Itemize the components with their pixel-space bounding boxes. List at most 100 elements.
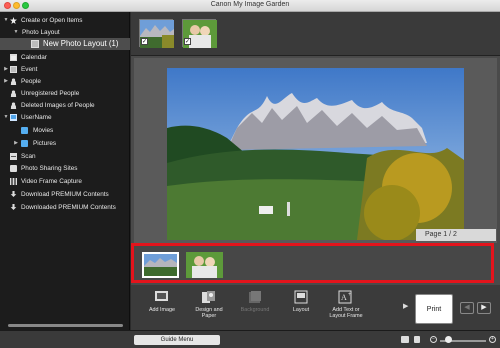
sidebar-item-video-frame-capture[interactable]: Video Frame Capture bbox=[0, 176, 130, 187]
event-icon bbox=[10, 66, 17, 73]
disclosure-open-icon[interactable]: ▼ bbox=[3, 15, 9, 26]
layout-icon bbox=[31, 40, 39, 48]
previous-page-button[interactable]: ◀ bbox=[460, 302, 474, 314]
sidebar-item-label: Unregistered People bbox=[21, 90, 80, 97]
page-thumbnail-2[interactable] bbox=[186, 252, 223, 278]
sidebar: ▼ Create or Open Items ▼ Photo Layout Ne… bbox=[0, 12, 130, 330]
folder-icon bbox=[21, 140, 28, 147]
background-icon bbox=[247, 290, 263, 304]
sidebar-item-deleted-images-of-people[interactable]: Deleted Images of People bbox=[0, 100, 130, 111]
person-icon bbox=[10, 78, 17, 85]
add-image-label: Add Image bbox=[148, 307, 176, 313]
sidebar-item-label: Video Frame Capture bbox=[21, 178, 82, 185]
disclosure-closed-icon[interactable]: ▶ bbox=[3, 76, 9, 87]
image-strip: ✓ ✓ bbox=[131, 12, 500, 56]
sidebar-item-label: People bbox=[21, 78, 41, 85]
sidebar-item-photo-layout[interactable]: ▼ Photo Layout bbox=[0, 27, 130, 38]
design-paper-icon bbox=[201, 290, 217, 304]
add-text-label: Add Text or Layout Frame bbox=[329, 307, 363, 319]
sidebar-item-label: Movies bbox=[33, 127, 54, 134]
sidebar-item-label: Downloaded PREMIUM Contents bbox=[21, 204, 116, 211]
layout-button[interactable]: Layout bbox=[280, 290, 322, 313]
sidebar-item-create-or-open-items[interactable]: ▼ Create or Open Items bbox=[0, 15, 130, 26]
sidebar-item-label: UserName bbox=[21, 114, 52, 121]
film-icon bbox=[10, 178, 17, 185]
sidebar-item-event[interactable]: ▶ Event bbox=[0, 64, 130, 75]
zoom-in-icon[interactable]: + bbox=[489, 336, 496, 343]
sidebar-item-label: Photo Layout bbox=[22, 29, 60, 36]
sidebar-item-download-premium-contents[interactable]: Download PREMIUM Contents bbox=[0, 189, 130, 200]
design-and-paper-label: Design and Paper bbox=[195, 307, 223, 319]
print-button[interactable]: Print bbox=[415, 294, 453, 324]
mountain-landscape-image bbox=[167, 68, 464, 240]
sidebar-item-label: Pictures bbox=[33, 140, 57, 147]
svg-text:+: + bbox=[348, 292, 352, 298]
background-button[interactable]: Background bbox=[234, 290, 276, 313]
sidebar-item-unregistered-people[interactable]: Unregistered People bbox=[0, 88, 130, 99]
add-text-or-layout-frame-button[interactable]: A + Add Text or Layout Frame bbox=[325, 290, 367, 319]
title-bar: Canon My Image Garden bbox=[0, 0, 500, 12]
sidebar-item-label: Photo Sharing Sites bbox=[21, 165, 78, 172]
bottom-bar: Guide Menu − + bbox=[0, 330, 500, 348]
sidebar-item-people[interactable]: ▶ People bbox=[0, 76, 130, 87]
next-page-button[interactable]: ▶ bbox=[477, 302, 491, 314]
sidebar-item-movies[interactable]: Movies bbox=[0, 125, 130, 136]
sidebar-item-label: New Photo Layout (1) bbox=[43, 39, 119, 48]
mountain-photo bbox=[144, 254, 177, 276]
guide-menu-button[interactable]: Guide Menu bbox=[134, 335, 220, 345]
sidebar-item-new-photo-layout[interactable]: New Photo Layout (1) bbox=[0, 38, 130, 50]
disclosure-open-icon[interactable]: ▼ bbox=[3, 112, 9, 123]
disclosure-open-icon[interactable]: ▼ bbox=[13, 27, 19, 38]
checkbox-checked-icon[interactable]: ✓ bbox=[141, 38, 148, 45]
add-text-icon: A + bbox=[338, 290, 354, 304]
computer-icon bbox=[10, 114, 17, 121]
sidebar-item-label: Calendar bbox=[21, 54, 47, 61]
page-indicator: Page 1 / 2 bbox=[416, 229, 496, 241]
sidebar-item-username[interactable]: ▼ UserName bbox=[0, 112, 130, 123]
layout-label: Layout bbox=[292, 307, 310, 313]
scanner-icon bbox=[10, 153, 17, 160]
calendar-icon bbox=[10, 54, 17, 61]
page-thumbnail-1[interactable] bbox=[142, 252, 179, 278]
share-icon bbox=[10, 165, 17, 172]
sidebar-item-label: Create or Open Items bbox=[21, 17, 83, 24]
children-photo bbox=[186, 252, 223, 278]
zoom-out-icon[interactable]: − bbox=[430, 336, 437, 343]
sidebar-item-label: Download PREMIUM Contents bbox=[21, 191, 109, 198]
sidebar-item-scan[interactable]: Scan bbox=[0, 151, 130, 162]
view-mode-icon[interactable] bbox=[401, 336, 409, 343]
layout-photo-mountains[interactable] bbox=[167, 68, 464, 240]
add-image-button[interactable]: Add Image bbox=[141, 290, 183, 313]
svg-text:A: A bbox=[341, 293, 347, 302]
main-area: ✓ ✓ Page 1 / 2 Add Image Design and Pape… bbox=[131, 12, 500, 330]
edit-toolbar: Add Image Design and Paper Background La… bbox=[131, 285, 500, 330]
sidebar-item-label: Scan bbox=[21, 153, 36, 160]
disclosure-closed-icon[interactable]: ▶ bbox=[3, 64, 9, 75]
sidebar-item-label: Event bbox=[21, 66, 38, 73]
person-icon bbox=[10, 102, 17, 109]
sidebar-item-downloaded-premium-contents[interactable]: Downloaded PREMIUM Contents bbox=[0, 202, 130, 213]
download-icon bbox=[10, 191, 17, 197]
folder-icon bbox=[21, 127, 28, 134]
strip-thumbnail-mountains[interactable]: ✓ bbox=[139, 19, 174, 48]
sidebar-item-photo-sharing-sites[interactable]: Photo Sharing Sites bbox=[0, 163, 130, 174]
sidebar-item-label: Deleted Images of People bbox=[21, 102, 95, 109]
sidebar-item-pictures[interactable]: ▶ Pictures bbox=[0, 138, 130, 149]
checkbox-checked-icon[interactable]: ✓ bbox=[184, 38, 191, 45]
disclosure-closed-icon[interactable]: ▶ bbox=[13, 138, 19, 149]
sidebar-horizontal-scrollbar[interactable] bbox=[8, 324, 123, 327]
zoom-slider-knob[interactable] bbox=[445, 336, 452, 343]
star-icon bbox=[10, 17, 17, 24]
layout-canvas: Page 1 / 2 bbox=[134, 58, 497, 243]
more-tools-arrow-icon[interactable]: ▶ bbox=[403, 302, 408, 310]
page-thumbnails-area bbox=[131, 243, 494, 283]
design-and-paper-button[interactable]: Design and Paper bbox=[188, 290, 230, 319]
thumbnail-view-icon[interactable] bbox=[414, 336, 420, 343]
strip-thumbnail-children[interactable]: ✓ bbox=[182, 19, 217, 48]
download-icon bbox=[10, 204, 17, 210]
window-title: Canon My Image Garden bbox=[210, 1, 290, 8]
sidebar-item-calendar[interactable]: Calendar bbox=[0, 52, 130, 63]
add-image-icon bbox=[154, 290, 170, 304]
person-icon bbox=[10, 90, 17, 97]
background-label: Background bbox=[240, 307, 270, 313]
